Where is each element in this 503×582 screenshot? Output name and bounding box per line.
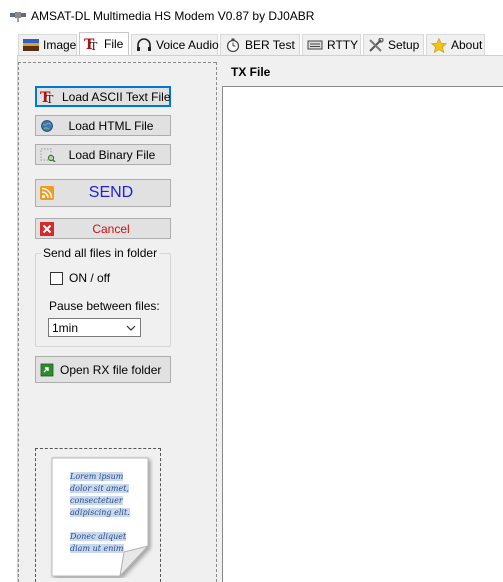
close-icon [40, 221, 54, 236]
tx-file-textarea[interactable] [222, 86, 503, 582]
tab-setup[interactable]: Setup [363, 34, 424, 55]
svg-text:T: T [46, 93, 54, 104]
open-rx-folder-label: Open RX file folder [60, 362, 162, 377]
tab-ber-test[interactable]: BER Test [220, 34, 300, 55]
pause-select-value: 1min [52, 320, 79, 335]
tab-file-label: File [104, 37, 124, 51]
tab-ber-test-label: BER Test [245, 38, 295, 52]
headphones-icon [137, 38, 151, 51]
tab-strip: Image T T File Voice Audio BER Test RTTY… [0, 32, 503, 55]
tab-image[interactable]: Image [18, 34, 77, 55]
on-off-checkbox[interactable]: ON / off [50, 271, 110, 285]
tab-rtty-label: RTTY [327, 38, 359, 52]
load-binary-button[interactable]: Load Binary File [35, 144, 171, 165]
globe-icon [41, 119, 53, 132]
open-rx-folder-button[interactable]: Open RX file folder [35, 356, 171, 383]
load-html-button[interactable]: Load HTML File [35, 115, 171, 136]
tools-icon [369, 38, 384, 52]
tab-rtty[interactable]: RTTY [302, 34, 361, 55]
panel-divider [18, 62, 19, 582]
satellite-icon [10, 12, 26, 22]
text-file-icon: T T [40, 90, 54, 104]
preview-line: diam ut enim [70, 544, 124, 553]
tab-image-label: Image [43, 38, 77, 52]
load-html-label: Load HTML File [68, 118, 154, 133]
preview-line: dolor sit amet, [70, 484, 129, 493]
preview-text: Lorem ipsum dolor sit amet, consectetuer… [70, 471, 140, 555]
binary-file-icon [40, 148, 56, 162]
keyboard-icon [307, 40, 323, 50]
tab-file[interactable]: T T File [79, 32, 129, 55]
send-label: SEND [88, 184, 134, 201]
panel-divider [216, 62, 217, 582]
cancel-button[interactable]: Cancel [35, 218, 171, 239]
pause-select[interactable]: 1min [48, 318, 141, 337]
title-bar: AMSAT-DL Multimedia HS Modem V0.87 by DJ… [0, 0, 503, 32]
preview-line: adipiscing elit. [70, 508, 130, 517]
preview-line: Donec aliquet [70, 532, 127, 541]
rss-icon [40, 186, 54, 200]
star-icon [431, 37, 447, 53]
svg-text:T: T [90, 40, 98, 51]
pause-label: Pause between files: [49, 299, 160, 313]
load-ascii-button[interactable]: T T Load ASCII Text File [35, 86, 171, 107]
load-binary-label: Load Binary File [68, 147, 156, 162]
stopwatch-icon [226, 38, 240, 52]
tx-file-label: TX File [231, 65, 271, 79]
load-ascii-label: Load ASCII Text File [62, 89, 171, 104]
tab-about-label: About [451, 38, 483, 52]
on-off-label: ON / off [69, 271, 111, 285]
tab-voice-audio[interactable]: Voice Audio [131, 34, 219, 55]
chevron-down-icon [126, 325, 136, 331]
panel-divider [18, 62, 216, 63]
folder-send-group-title: Send all files in folder [41, 246, 160, 260]
text-file-icon: T T [84, 37, 98, 51]
folder-open-icon [40, 363, 54, 376]
tab-voice-audio-label: Voice Audio [156, 38, 219, 52]
checkbox-box[interactable] [50, 271, 63, 285]
image-icon [23, 39, 39, 51]
preview-line [70, 519, 140, 531]
tab-setup-label: Setup [388, 38, 420, 52]
window-title: AMSAT-DL Multimedia HS Modem V0.87 by DJ… [31, 9, 315, 23]
cancel-label: Cancel [92, 221, 130, 236]
preview-line: Lorem ipsum [70, 472, 124, 481]
send-button[interactable]: SEND [35, 179, 171, 207]
preview-line: consectetuer [70, 496, 123, 505]
tab-about[interactable]: About [426, 34, 485, 55]
